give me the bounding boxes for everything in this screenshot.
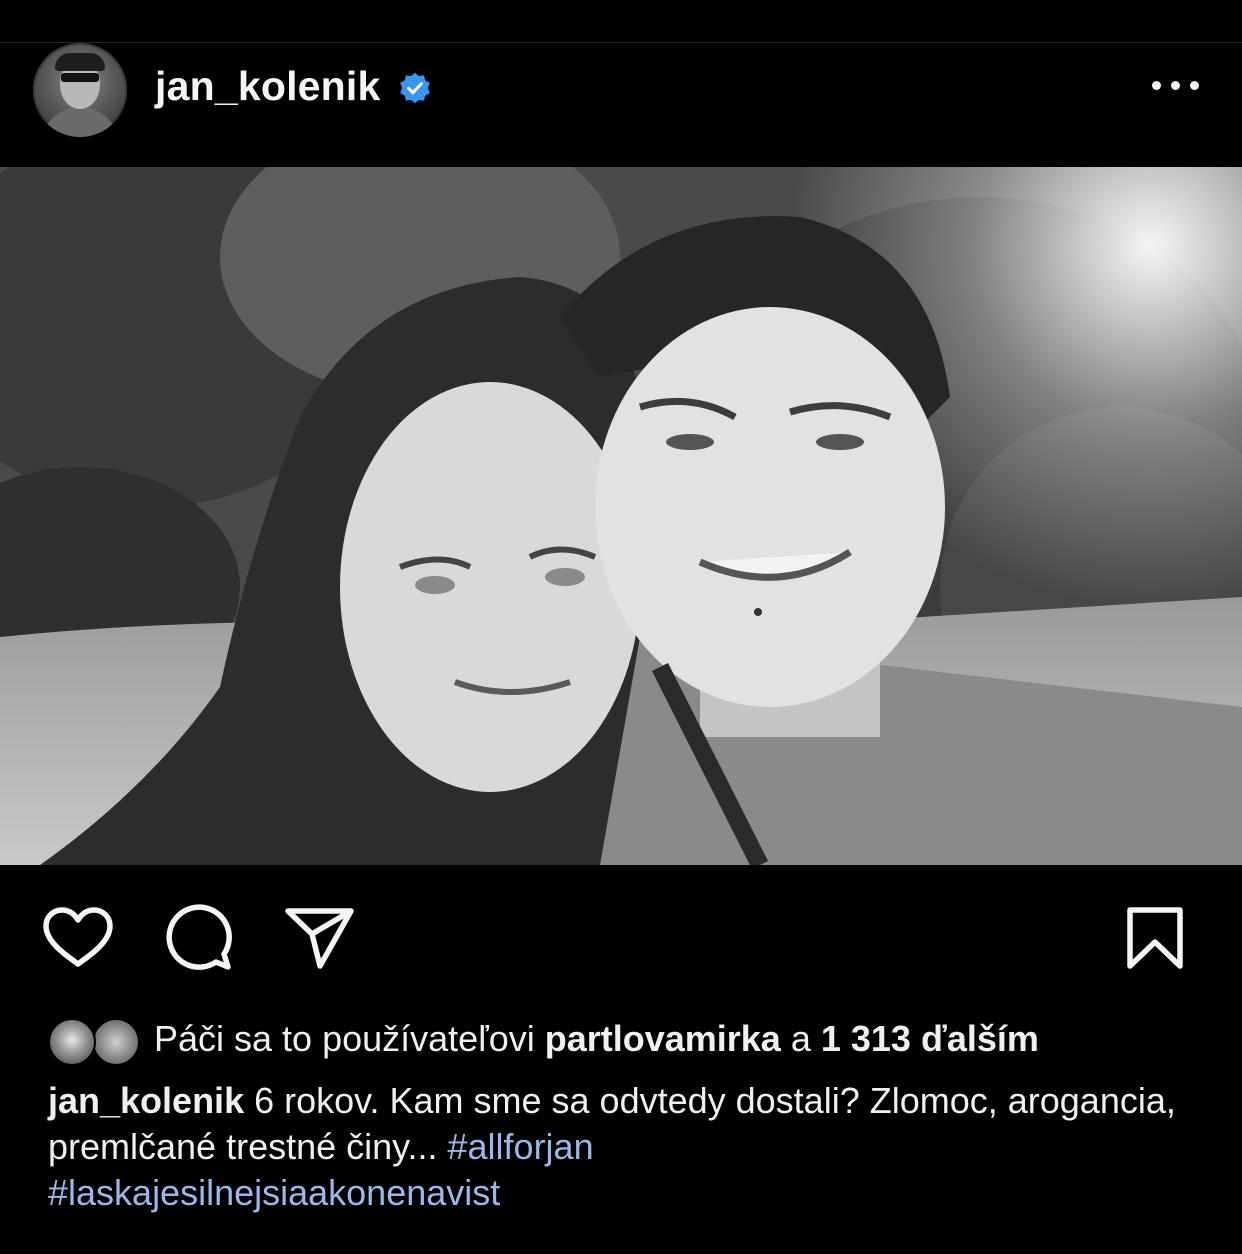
likes-middle: a [780, 1018, 821, 1059]
comment-icon[interactable] [164, 904, 234, 974]
bookmark-icon[interactable] [1124, 906, 1186, 972]
ellipsis-dot [1152, 81, 1161, 90]
likes-prefix: Páči sa to používateľovi [154, 1018, 545, 1059]
avatar-cap [55, 53, 105, 71]
post-header: jan_kolenik [0, 43, 1242, 167]
post-photo[interactable] [0, 167, 1242, 865]
action-bar [0, 880, 1242, 990]
likes-text: Páči sa to používateľovi partlovamirka a… [154, 1018, 1039, 1060]
author-avatar[interactable] [33, 43, 127, 137]
hashtag-link[interactable]: #laskajesilnejsiaakonenavist [48, 1172, 500, 1213]
verified-badge-icon [400, 72, 430, 104]
liker-avatar[interactable] [48, 1018, 96, 1066]
more-options-button[interactable] [1148, 73, 1204, 97]
paper-plane-icon[interactable] [284, 906, 356, 970]
author-username[interactable]: jan_kolenik [155, 63, 381, 110]
likes-count[interactable]: 1 313 ďalším [821, 1018, 1039, 1059]
heart-icon[interactable] [42, 906, 114, 970]
likes-row: Páči sa to používateľovi partlovamirka a… [0, 1016, 1242, 1068]
post-caption: jan_kolenik 6 rokov. Kam sme sa odvtedy … [48, 1078, 1218, 1216]
liker-avatar[interactable] [92, 1018, 140, 1066]
photo-illustration [0, 167, 1242, 865]
ellipsis-dot [1190, 81, 1199, 90]
avatar-shoulders [41, 107, 119, 137]
caption-username[interactable]: jan_kolenik [48, 1080, 244, 1121]
hashtag-link[interactable]: #allforjan [448, 1126, 594, 1167]
ellipsis-dot [1171, 81, 1180, 90]
avatar-glasses [61, 73, 99, 82]
liker-username[interactable]: partlovamirka [545, 1018, 781, 1059]
